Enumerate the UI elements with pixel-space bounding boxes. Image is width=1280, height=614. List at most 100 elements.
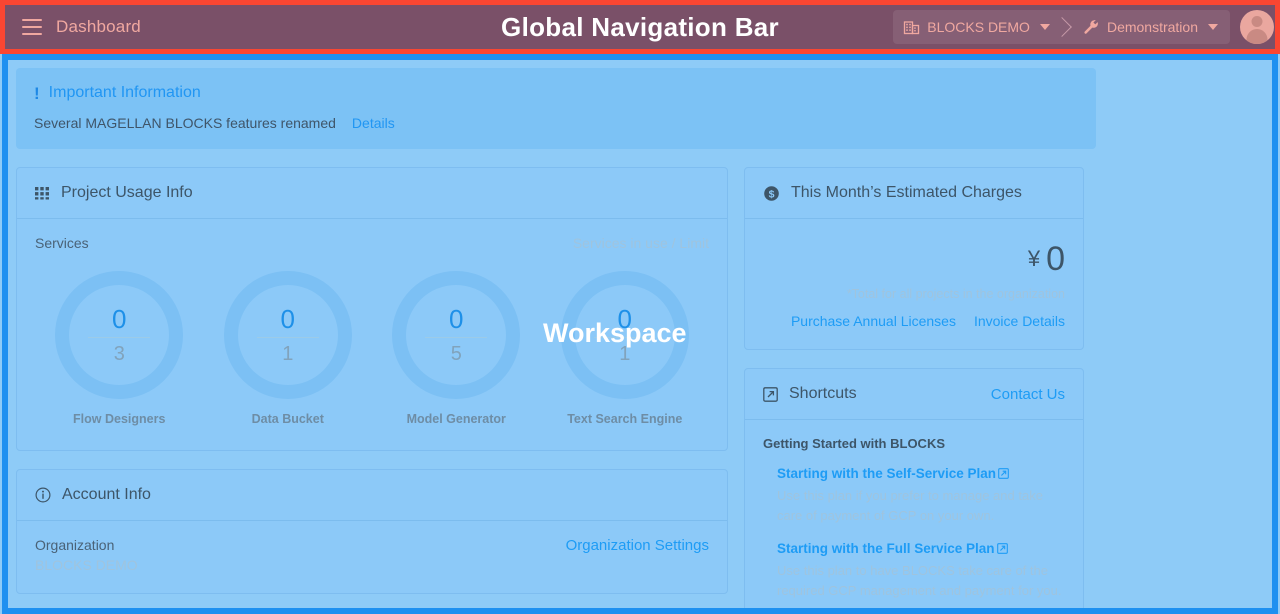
account-info-card: Account Info Organization BLOCKS DEMO Or… (16, 469, 728, 594)
ring-track: 0 1 (560, 271, 689, 399)
ring-inner: 0 1 (237, 285, 338, 385)
currency-symbol: ¥ (1027, 246, 1041, 271)
important-information-banner: ! Important Information Several MAGELLAN… (16, 68, 1096, 149)
charge-amount-value: 0 (1046, 240, 1065, 278)
estimated-charges-card: $ This Month’s Estimated Charges ¥0 *Tot… (744, 167, 1084, 350)
full-service-plan-description: Use this plan to have BLOCKS take care o… (777, 563, 1062, 598)
page-title: Dashboard (56, 17, 141, 36)
services-label: Services (35, 235, 89, 251)
ring-used-value: 0 (449, 304, 464, 334)
account-organization-block: Organization BLOCKS DEMO (35, 537, 138, 573)
banner-title-row: ! Important Information (34, 84, 1078, 102)
organization-settings-link[interactable]: Organization Settings (566, 537, 709, 554)
account-info-title: Account Info (62, 486, 151, 503)
account-info-body: Organization BLOCKS DEMO Organization Se… (17, 521, 727, 593)
ring-limit-value: 1 (282, 343, 294, 365)
grid-icon (35, 186, 49, 199)
wrench-icon (1084, 20, 1098, 34)
ring-divider (593, 337, 656, 338)
dashboard-page: Dashboard Global Navigation Bar BLOCKS D… (0, 0, 1280, 614)
invoice-details-link[interactable]: Invoice Details (974, 313, 1065, 329)
account-organization-row: Organization BLOCKS DEMO Organization Se… (35, 537, 709, 573)
breadcrumb-project-label: Demonstration (1106, 19, 1198, 35)
shortcuts-header: Shortcuts Contact Us (745, 369, 1083, 420)
account-info-header: Account Info (17, 470, 727, 521)
ring-inner: 0 3 (69, 285, 170, 385)
ring-used-value: 0 (112, 304, 127, 334)
charge-amount-row: ¥0 (763, 235, 1065, 281)
ring-label: Data Bucket (251, 412, 324, 426)
global-navigation-bar: Dashboard Global Navigation Bar BLOCKS D… (0, 0, 1280, 54)
chevron-down-icon (1039, 24, 1050, 30)
ring-used-value: 0 (617, 304, 632, 334)
breadcrumb-project[interactable]: Demonstration (1072, 10, 1230, 44)
exclamation-icon: ! (34, 83, 40, 103)
avatar-head (1251, 16, 1263, 27)
dollar-circle-icon: $ (764, 185, 779, 201)
ring-limit-value: 1 (619, 343, 631, 365)
external-link-icon (998, 468, 1009, 479)
shortcuts-card: Shortcuts Contact Us Getting Started wit… (744, 368, 1084, 614)
service-ring-model-generator[interactable]: 0 5 Model Generator (381, 271, 531, 426)
ring-track: 0 1 (223, 271, 352, 399)
user-avatar[interactable] (1240, 10, 1274, 44)
ring-label: Model Generator (406, 412, 506, 426)
project-usage-card: Project Usage Info Services Services in … (16, 167, 728, 451)
ring-limit-value: 5 (450, 343, 462, 365)
service-ring-data-bucket[interactable]: 0 1 Data Bucket (213, 271, 363, 426)
ring-label: Flow Designers (73, 412, 166, 426)
full-service-plan-label: Starting with the Full Service Plan (777, 541, 995, 556)
project-usage-header: Project Usage Info (17, 168, 727, 219)
hamburger-menu-icon[interactable] (22, 19, 42, 35)
contact-us-link[interactable]: Contact Us (991, 386, 1065, 403)
purchase-annual-licenses-link[interactable]: Purchase Annual Licenses (791, 313, 956, 329)
full-service-plan-link[interactable]: Starting with the Full Service Plan (777, 541, 1008, 556)
self-service-plan-description: Use this plan if you prefer to manage an… (777, 488, 1043, 523)
self-service-plan-link[interactable]: Starting with the Self-Service Plan (777, 466, 1009, 481)
external-link-icon (996, 543, 1008, 554)
estimated-charges-header: $ This Month’s Estimated Charges (745, 168, 1083, 219)
banner-body: Several MAGELLAN BLOCKS features renamed… (34, 115, 1078, 131)
info-icon (35, 487, 51, 503)
estimated-charges-body: ¥0 *Total for all projects in the organi… (745, 219, 1083, 349)
service-rings: 0 3 Flow Designers 0 1 Data Bucket 0 5 M… (35, 263, 709, 430)
project-usage-title: Project Usage Info (61, 184, 193, 201)
nav-right-group: BLOCKS DEMO Demonstration (893, 10, 1274, 44)
services-row: Services Services in use / Limit (35, 235, 709, 251)
banner-message: Several MAGELLAN BLOCKS features renamed (34, 115, 336, 131)
ring-inner: 0 5 (406, 285, 507, 385)
services-limit-label: Services in use / Limit (572, 235, 709, 251)
service-ring-text-search-engine[interactable]: 0 1 Text Search Engine (550, 271, 700, 426)
ring-inner: 0 1 (574, 285, 675, 385)
breadcrumb: BLOCKS DEMO Demonstration (893, 10, 1230, 44)
workspace-content: ! Important Information Several MAGELLAN… (0, 54, 1280, 614)
right-column: $ This Month’s Estimated Charges ¥0 *Tot… (744, 167, 1084, 614)
ring-track: 0 5 (392, 271, 521, 399)
chevron-down-icon (1208, 24, 1218, 30)
left-column: Project Usage Info Services Services in … (16, 167, 728, 612)
organization-label: Organization (35, 537, 115, 553)
service-ring-flow-designers[interactable]: 0 3 Flow Designers (44, 271, 194, 426)
breadcrumb-organization[interactable]: BLOCKS DEMO (893, 10, 1072, 44)
shortcut-item: Starting with the Full Service Plan Use … (763, 540, 1065, 601)
ring-label: Text Search Engine (567, 412, 683, 426)
charge-links: Purchase Annual Licenses Invoice Details (763, 313, 1065, 329)
ring-used-value: 0 (280, 304, 295, 334)
charge-note: *Total for all projects in the organizat… (846, 287, 1065, 301)
shortcuts-title: Shortcuts (789, 385, 857, 402)
project-usage-body: Services Services in use / Limit 0 3 Flo… (17, 219, 727, 450)
external-link-icon (763, 386, 778, 402)
ring-limit-value: 3 (113, 343, 125, 365)
shortcuts-body: Getting Started with BLOCKS Starting wit… (745, 420, 1083, 614)
banner-details-link[interactable]: Details (352, 115, 395, 131)
banner-title: Important Information (48, 84, 201, 101)
shortcut-item: Starting with the Self-Service Plan Use … (763, 465, 1065, 526)
ring-divider (88, 337, 151, 338)
avatar-body (1246, 29, 1268, 44)
estimated-charges-title: This Month’s Estimated Charges (791, 184, 1022, 201)
building-icon (904, 20, 920, 34)
nav-left-group: Dashboard (12, 17, 141, 37)
shortcuts-group-title: Getting Started with BLOCKS (763, 436, 945, 451)
self-service-plan-label: Starting with the Self-Service Plan (777, 466, 997, 481)
dashboard-columns: Project Usage Info Services Services in … (16, 167, 1264, 614)
